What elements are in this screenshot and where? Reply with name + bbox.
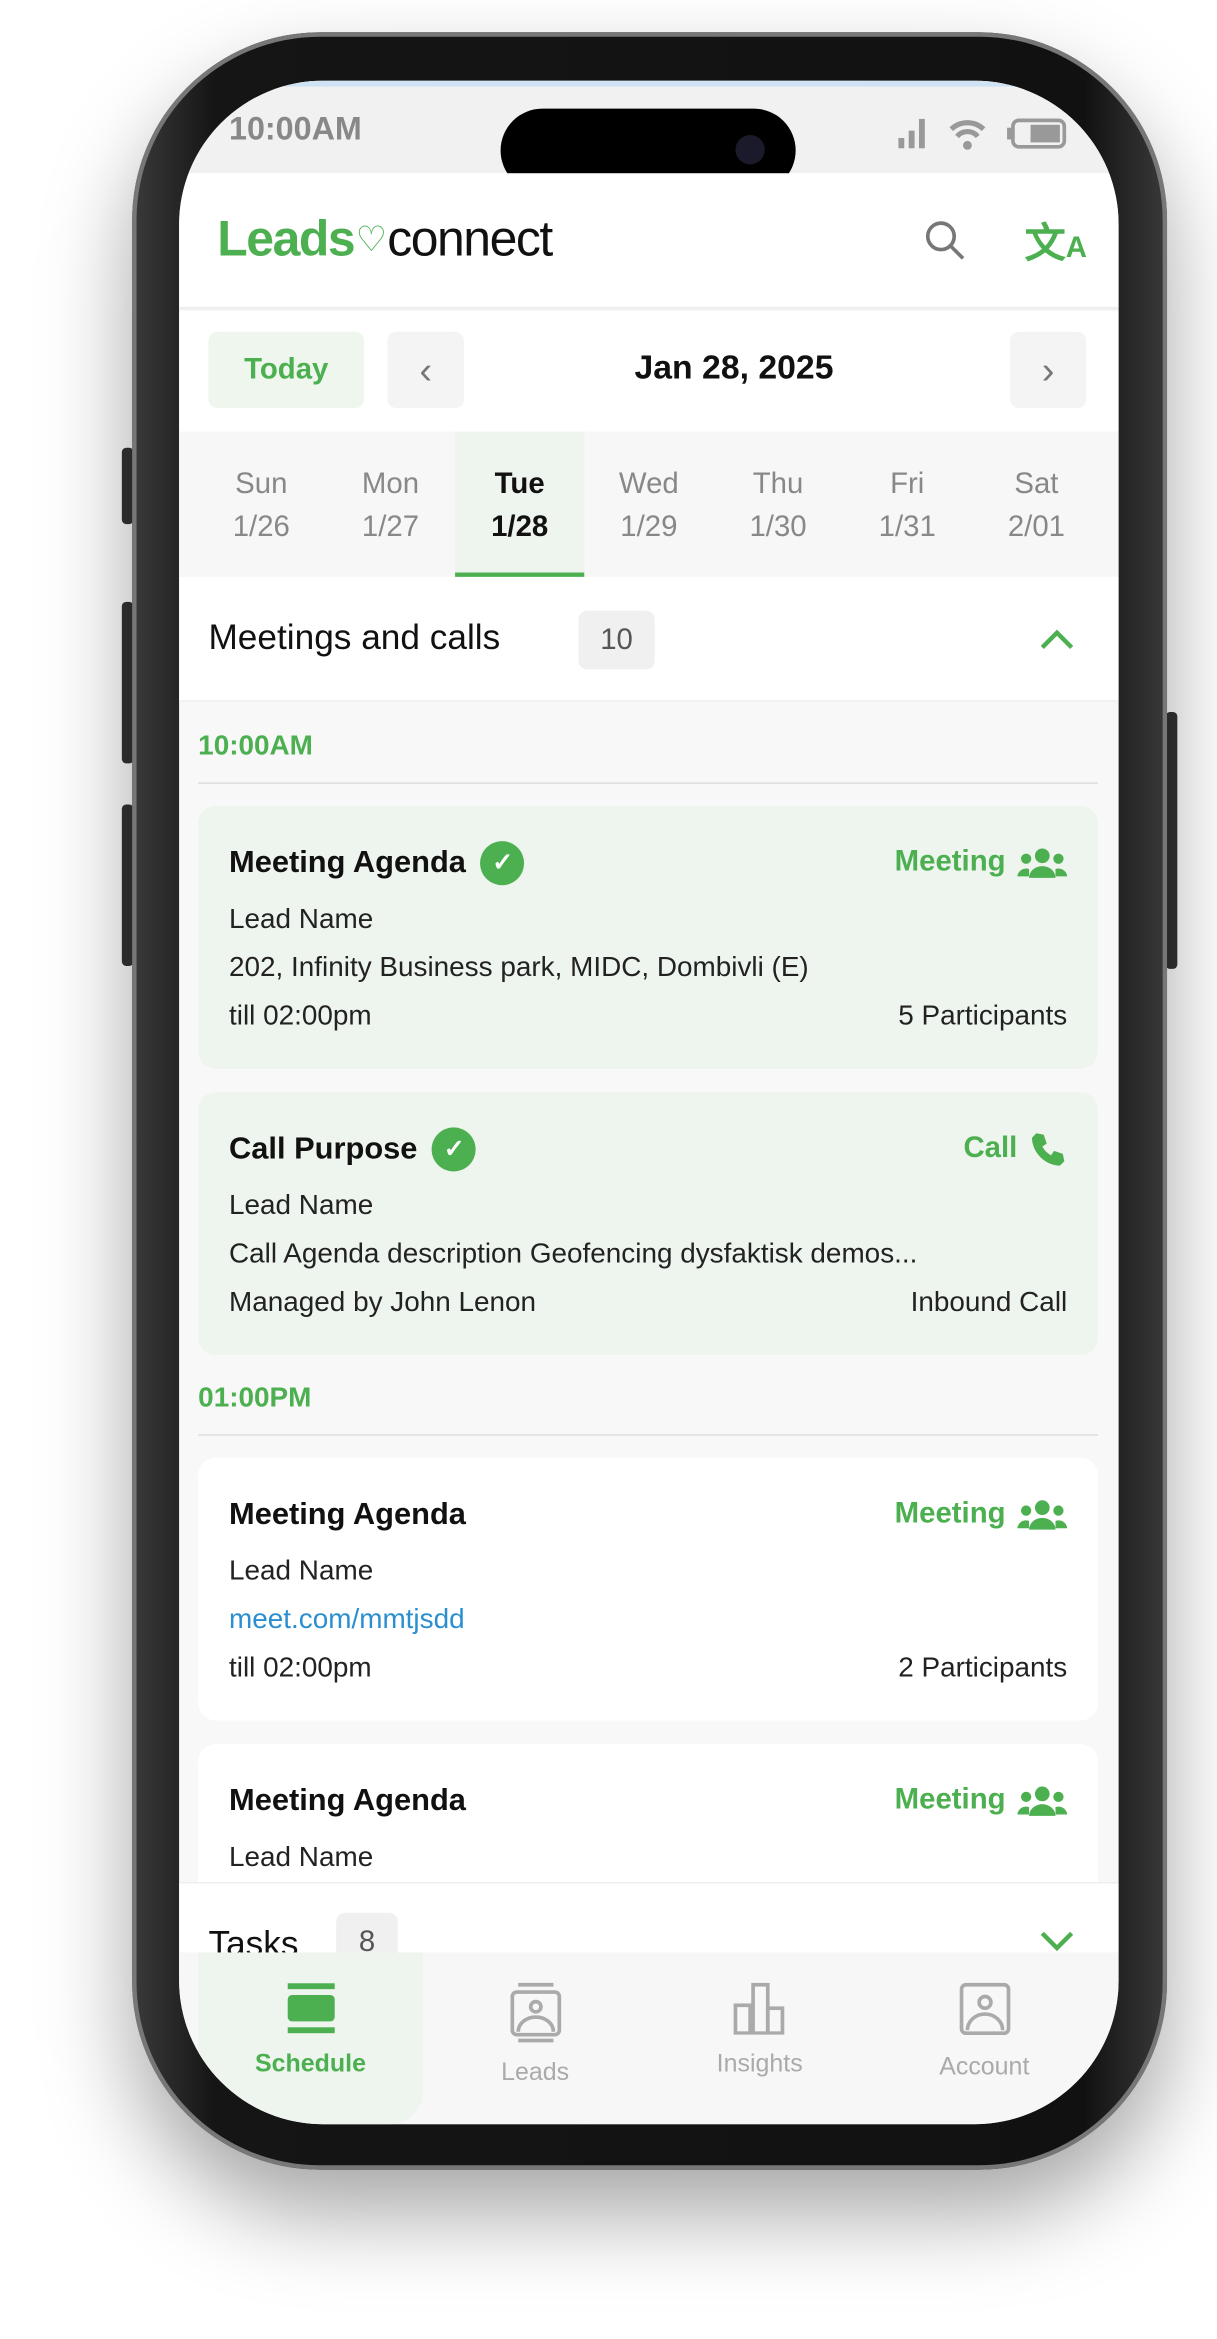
time-label: 10:00AM <box>198 731 313 762</box>
day-name: Wed <box>618 468 679 501</box>
signal-icon <box>898 118 925 149</box>
divider <box>198 1434 1099 1436</box>
day-thu[interactable]: Thu 1/30 <box>713 432 842 577</box>
meetings-header[interactable]: Meetings and calls 10 <box>179 576 1119 702</box>
check-circle-icon: ✓ <box>480 840 525 885</box>
day-date: 2/01 <box>1007 510 1065 544</box>
tab-schedule[interactable]: Schedule <box>198 1952 423 2125</box>
tab-leads[interactable]: Leads <box>423 1952 648 2124</box>
card-title: Call Purpose <box>229 1131 418 1165</box>
divider <box>198 782 1099 784</box>
meetings-count-badge: 10 <box>578 610 655 670</box>
card-detail: 202, Infinity Business park, MIDC, Dombi… <box>229 951 809 983</box>
bottom-nav: Schedule Leads Insights Account <box>179 1952 1119 2125</box>
tasks-header[interactable]: Tasks 8 <box>179 1881 1119 1953</box>
card-detail: Call Agenda description Geofencing dysfa… <box>229 1238 918 1270</box>
day-sat[interactable]: Sat 2/01 <box>972 432 1101 577</box>
card-type: Meeting <box>894 1783 1006 1816</box>
card-footer-left: Managed by John Lenon <box>229 1286 537 1318</box>
day-name: Mon <box>361 468 420 501</box>
day-date: 1/28 <box>491 510 549 544</box>
camera-icon <box>735 135 765 165</box>
card-footer-left: till 02:00pm <box>229 1000 372 1032</box>
tab-account[interactable]: Account <box>872 1952 1097 2124</box>
card-footer-left: till 02:00pm <box>229 1652 372 1684</box>
card-footer-right: Inbound Call <box>910 1286 1068 1318</box>
translate-icon[interactable]: 文A <box>1025 211 1087 270</box>
meeting-link[interactable]: meet.com/mmtjsdd <box>229 1604 465 1636</box>
day-date: 1/29 <box>620 510 678 544</box>
check-circle-icon: ✓ <box>432 1126 477 1171</box>
day-name: Tue <box>494 468 545 501</box>
people-icon <box>1017 1785 1068 1816</box>
lead-name: Lead Name <box>229 1189 374 1221</box>
search-icon[interactable] <box>922 217 969 264</box>
people-icon <box>1017 847 1068 878</box>
schedule-card[interactable]: Meeting Agenda ✓ Meeting Lead Name 202, I… <box>198 805 1099 1069</box>
card-title: Meeting Agenda <box>229 1782 466 1817</box>
day-date: 1/31 <box>878 510 936 544</box>
day-name: Thu <box>752 468 804 501</box>
tab-label: Schedule <box>254 2049 366 2078</box>
chevron-up-icon[interactable] <box>1039 627 1074 650</box>
day-sun[interactable]: Sun 1/26 <box>197 432 326 577</box>
wifi-icon <box>949 120 986 139</box>
card-title: Meeting Agenda <box>229 1496 466 1531</box>
app-header: Leads ♡ connect 文A <box>179 173 1119 310</box>
week-strip: Sun 1/26 Mon 1/27 Tue 1/28 Wed 1/29 Thu 1/30 Fri 1/… <box>179 431 1119 577</box>
card-type: Meeting <box>894 1497 1006 1530</box>
card-type: Call <box>963 1131 1018 1165</box>
day-tue[interactable]: Tue 1/28 <box>455 431 585 577</box>
day-name: Sun <box>235 468 288 501</box>
power-button <box>1165 711 1178 969</box>
battery-icon <box>1007 118 1067 149</box>
tab-label: Account <box>939 2052 1030 2081</box>
lead-name: Lead Name <box>229 1841 374 1873</box>
day-date: 1/26 <box>232 510 290 544</box>
screen: 10:00AM Leads ♡ connect 文A Today ‹ Jan 2… <box>179 80 1119 2125</box>
account-icon <box>958 1982 1010 2036</box>
people-icon <box>1017 1499 1068 1529</box>
tab-insights[interactable]: Insights <box>647 1952 872 2124</box>
tasks-title: Tasks <box>208 1924 299 1953</box>
current-date: Jan 28, 2025 <box>634 347 834 387</box>
lead-name: Lead Name <box>229 1555 374 1587</box>
status-icons <box>898 118 1067 150</box>
day-fri[interactable]: Fri 1/31 <box>843 432 972 577</box>
insights-icon <box>732 1982 784 2035</box>
date-navigation: Today ‹ Jan 28, 2025 › <box>179 311 1119 432</box>
day-name: Fri <box>890 468 925 501</box>
day-name: Sat <box>1014 468 1059 501</box>
chevron-down-icon[interactable] <box>1039 1930 1074 1952</box>
day-wed[interactable]: Wed 1/29 <box>584 432 713 577</box>
leads-icon <box>509 1982 561 2043</box>
logo: Leads ♡ connect <box>217 211 553 268</box>
phone-icon <box>1032 1132 1065 1165</box>
next-day-button[interactable]: › <box>1009 331 1087 409</box>
tasks-count-badge: 8 <box>336 1912 398 1953</box>
section-title: Meetings and calls <box>208 618 501 658</box>
handshake-heart-icon: ♡ <box>355 220 388 260</box>
card-title: Meeting Agenda <box>229 844 466 879</box>
card-type: Meeting <box>894 845 1006 878</box>
schedule-card[interactable]: Meeting Agenda Meeting Lead Name meet.co… <box>198 1457 1099 1721</box>
day-mon[interactable]: Mon 1/27 <box>326 432 455 577</box>
meetings-list: 10:00AM Meeting Agenda ✓ Meeting Lead Nam… <box>179 703 1119 1953</box>
day-date: 1/27 <box>361 510 420 544</box>
status-time: 10:00AM <box>229 110 362 147</box>
chevron-left-icon: ‹ <box>419 347 433 392</box>
card-footer-right: 5 Participants <box>898 1000 1068 1032</box>
tab-label: Insights <box>716 2049 803 2078</box>
schedule-card[interactable]: Call Purpose ✓ Call Lead Name Call Agenda… <box>198 1092 1099 1355</box>
schedule-icon <box>286 1983 334 2034</box>
card-footer-right: 2 Participants <box>898 1652 1068 1684</box>
day-date: 1/30 <box>749 510 807 544</box>
today-button[interactable]: Today <box>208 331 365 409</box>
lead-name: Lead Name <box>229 903 374 935</box>
chevron-right-icon: › <box>1041 347 1055 392</box>
prev-day-button[interactable]: ‹ <box>387 331 464 409</box>
time-label: 01:00PM <box>198 1382 312 1414</box>
tab-label: Leads <box>501 2058 570 2087</box>
